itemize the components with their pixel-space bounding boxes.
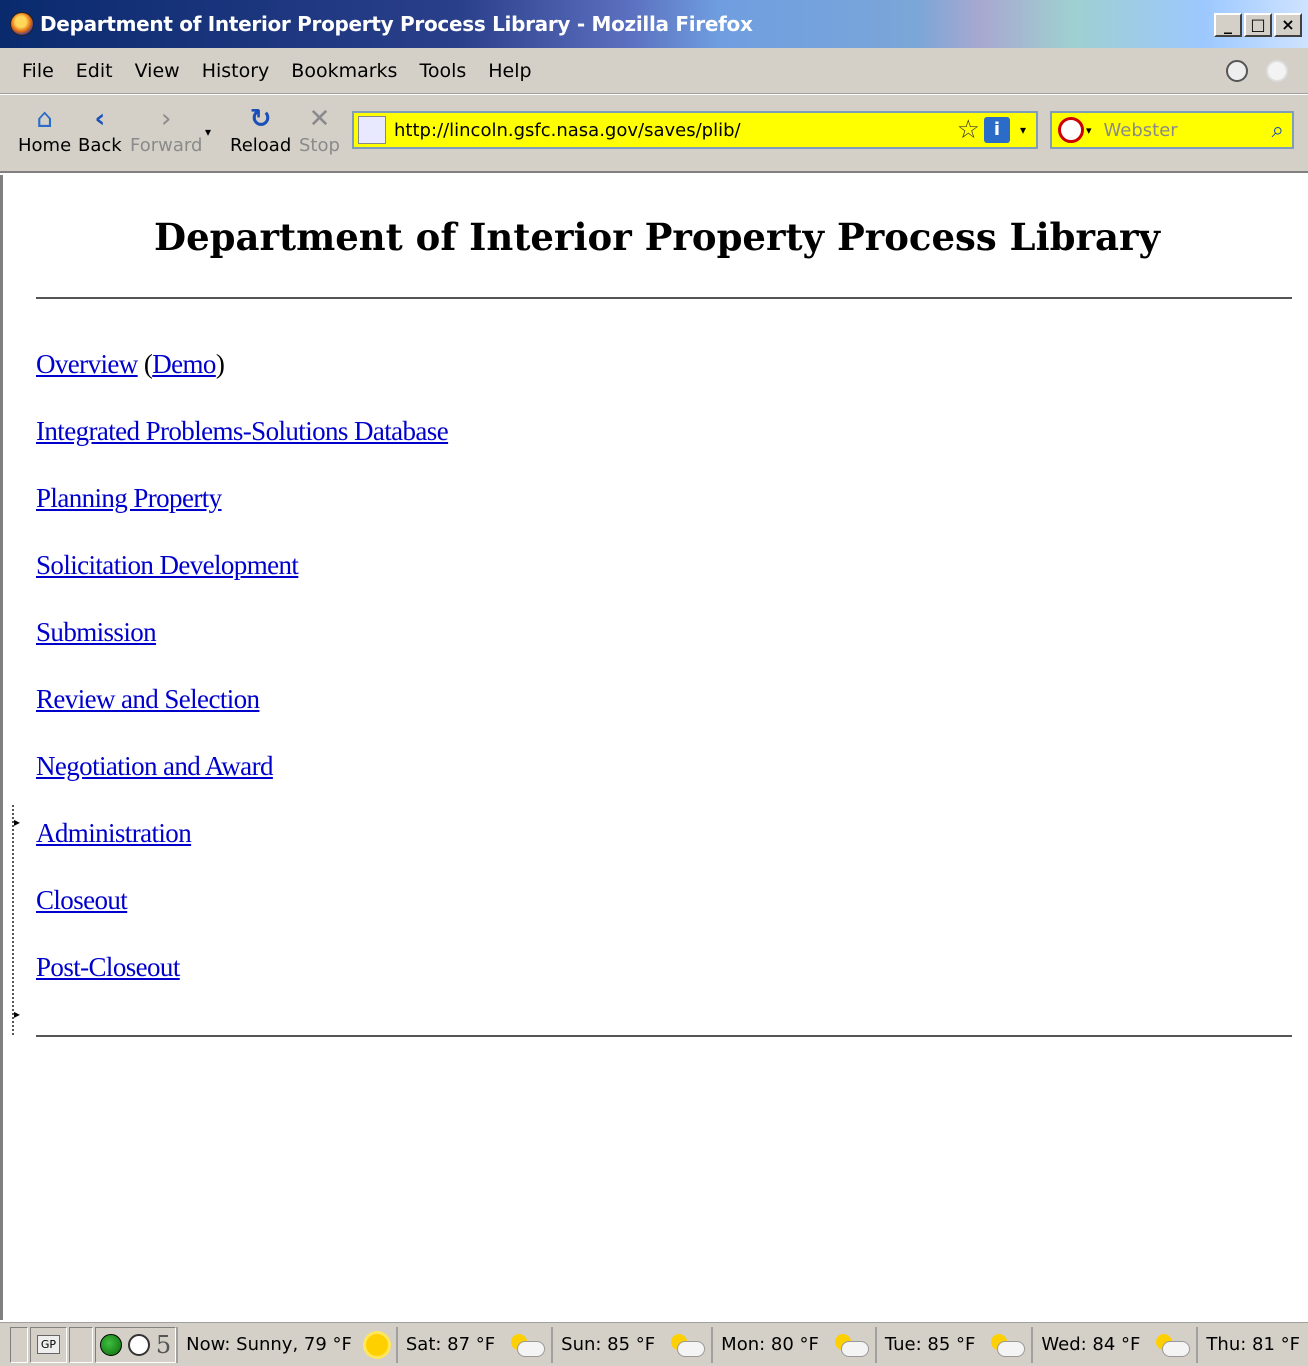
forward-button[interactable]: › Forward	[130, 105, 202, 156]
chevron-down-icon[interactable]: ▾	[1086, 124, 1092, 137]
navigation-toolbar: ⌂ Home ‹ Back › Forward ▾ ↻ Reload ✕ Sto…	[0, 95, 1308, 173]
search-input[interactable]	[1103, 119, 1254, 141]
sun-icon	[365, 1333, 388, 1356]
throbber-icon	[1266, 60, 1288, 82]
status-indicator-icon[interactable]	[1226, 60, 1248, 82]
magnifier-icon[interactable]: ⌕	[1272, 118, 1284, 143]
search-bar[interactable]: ▾ ⌕	[1050, 111, 1294, 149]
weather-sun[interactable]: Sun: 85 °F	[551, 1326, 711, 1363]
demo-link[interactable]: Demo	[152, 347, 216, 414]
minimize-button[interactable]: _	[1214, 13, 1242, 37]
weather-tue[interactable]: Tue: 85 °F	[874, 1326, 1032, 1363]
firefox-icon	[10, 12, 34, 36]
clock-icon[interactable]	[127, 1333, 150, 1356]
grip-arrow-icon[interactable]: ▸	[14, 815, 20, 829]
overview-link[interactable]: Overview	[36, 347, 138, 414]
partly-cloudy-icon	[669, 1333, 706, 1357]
left-arrow-icon: ‹	[94, 104, 106, 134]
weather-wed[interactable]: Wed: 84 °F	[1031, 1326, 1196, 1363]
link-administration[interactable]: Administration	[36, 816, 448, 883]
link-problems-solutions[interactable]: Integrated Problems-Solutions Database	[36, 414, 449, 481]
link-negotiation-award[interactable]: Negotiation and Award	[36, 749, 448, 816]
address-bar[interactable]: http://lincoln.gsfc.nasa.gov/saves/plib/…	[352, 111, 1038, 149]
star-icon[interactable]: ☆	[957, 115, 980, 145]
weather-now[interactable]: Now: Sunny, 79 °F	[176, 1326, 396, 1363]
home-button[interactable]: ⌂ Home	[18, 105, 71, 156]
counter: 5	[155, 1330, 172, 1359]
partly-cloudy-icon	[833, 1333, 869, 1357]
site-favicon-icon	[358, 116, 386, 144]
menu-help[interactable]: Help	[488, 60, 531, 82]
gp-badge: GP	[36, 1335, 61, 1354]
history-dropdown[interactable]: ▾	[205, 125, 211, 139]
chevron-down-icon: ▾	[205, 125, 212, 139]
link-planning-property[interactable]: Planning Property	[36, 481, 448, 548]
sidebar-grip[interactable]	[12, 805, 16, 1035]
grip-arrow-icon[interactable]: ▸	[14, 1007, 20, 1021]
menu-file[interactable]: File	[22, 60, 54, 82]
page-content: ▸ ▸ Department of Interior Property Proc…	[0, 175, 1308, 1320]
close-button[interactable]: ×	[1274, 13, 1302, 37]
reload-button[interactable]: ↻ Reload	[230, 105, 291, 156]
stop-button[interactable]: ✕ Stop	[299, 105, 340, 156]
search-engine-icon[interactable]	[1058, 117, 1084, 143]
status-cell	[69, 1326, 93, 1363]
right-arrow-icon: ›	[160, 104, 172, 134]
link-post-closeout[interactable]: Post-Closeout	[36, 950, 448, 1017]
overview-row: Overview (Demo)	[36, 347, 448, 414]
window-titlebar: Department of Interior Property Process …	[0, 0, 1308, 48]
link-list: Overview (Demo) Integrated Problems-Solu…	[36, 347, 449, 1017]
x-icon: ✕	[308, 104, 331, 134]
reload-icon: ↻	[249, 104, 272, 134]
status-cell	[10, 1326, 28, 1363]
status-bar: GP 5 Now: Sunny, 79 °F Sat: 87 °F Sun: 8…	[0, 1322, 1308, 1366]
menu-bar: File Edit View History Bookmarks Tools H…	[0, 48, 1308, 94]
menu-history[interactable]: History	[202, 60, 270, 82]
link-solicitation-development[interactable]: Solicitation Development	[36, 548, 448, 615]
menu-tools[interactable]: Tools	[419, 60, 466, 82]
info-icon[interactable]: i	[983, 117, 1010, 143]
menu-view[interactable]: View	[135, 60, 180, 82]
back-button[interactable]: ‹ Back	[78, 105, 122, 156]
partly-cloudy-icon	[509, 1333, 546, 1357]
house-icon: ⌂	[36, 104, 53, 134]
menu-bookmarks[interactable]: Bookmarks	[291, 60, 397, 82]
divider	[36, 297, 1292, 299]
window-title: Department of Interior Property Process …	[40, 12, 753, 36]
divider	[36, 1035, 1292, 1037]
green-status-icon[interactable]	[99, 1333, 122, 1356]
weather-mon[interactable]: Mon: 80 °F	[711, 1326, 875, 1363]
page-title: Department of Interior Property Process …	[154, 215, 1160, 259]
partly-cloudy-icon	[989, 1333, 1026, 1357]
url-text[interactable]: http://lincoln.gsfc.nasa.gov/saves/plib/	[394, 120, 957, 141]
weather-sat[interactable]: Sat: 87 °F	[395, 1326, 551, 1363]
gp-cell[interactable]: GP	[29, 1326, 68, 1363]
partly-cloudy-icon	[1154, 1333, 1191, 1357]
link-review-selection[interactable]: Review and Selection	[36, 682, 448, 749]
weather-thu[interactable]: Thu: 81 °F	[1196, 1326, 1308, 1363]
link-submission[interactable]: Submission	[36, 615, 448, 682]
maximize-button[interactable]: □	[1244, 13, 1272, 37]
link-closeout[interactable]: Closeout	[36, 883, 448, 950]
menu-edit[interactable]: Edit	[76, 60, 113, 82]
addon-cell[interactable]: 5	[94, 1326, 177, 1363]
chevron-down-icon[interactable]: ▾	[1020, 123, 1026, 137]
